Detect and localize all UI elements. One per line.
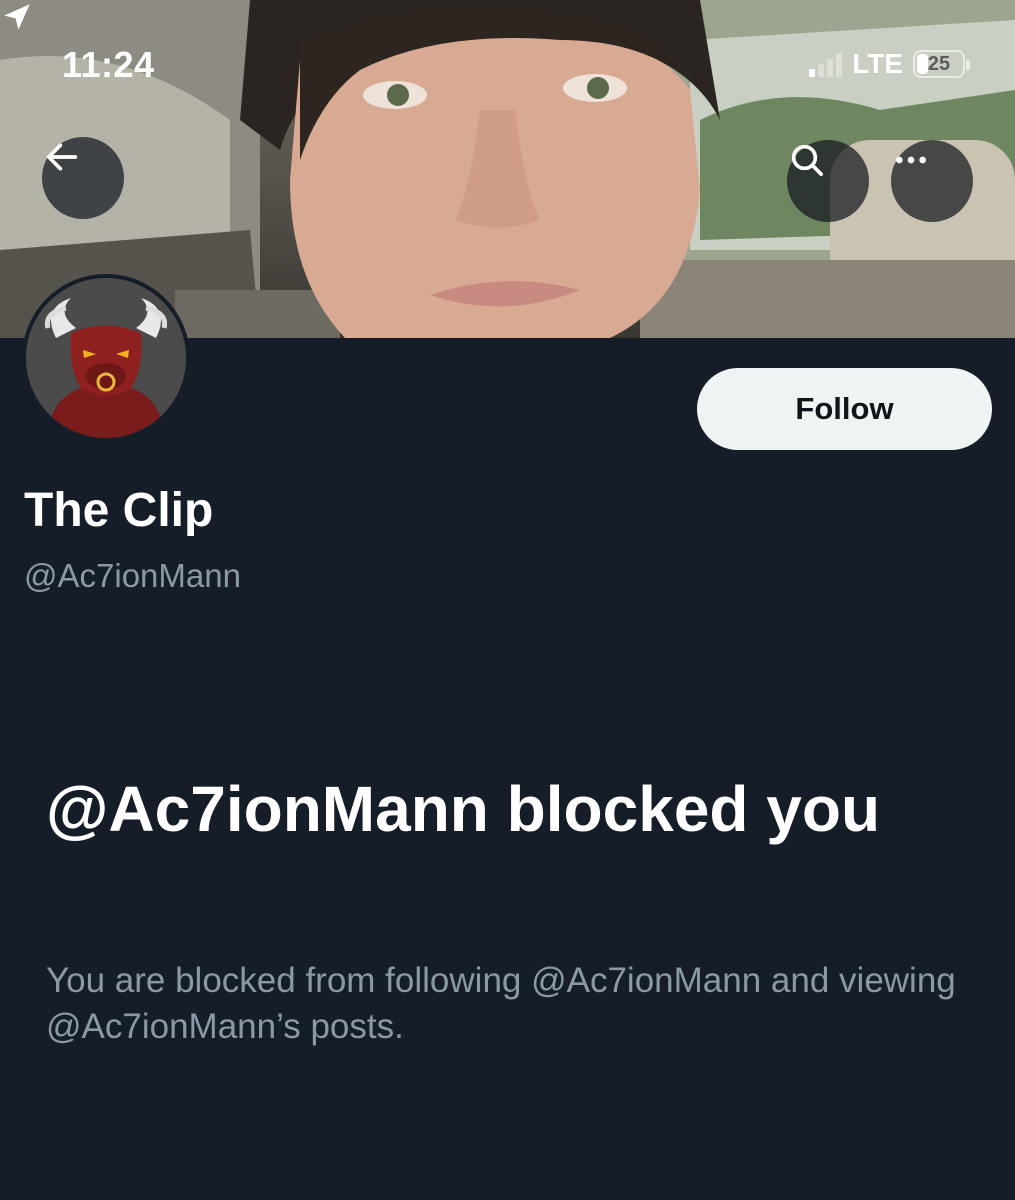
search-button[interactable] — [787, 140, 869, 222]
back-button[interactable] — [42, 137, 124, 219]
search-icon — [791, 144, 823, 177]
status-time: 11:24 — [62, 44, 155, 85]
status-indicators: LTE 25 — [809, 48, 970, 80]
blocked-title: @Ac7ionMann blocked you — [46, 773, 881, 845]
more-options-button[interactable] — [891, 140, 973, 222]
network-type: LTE — [852, 48, 903, 79]
battery-percent: 25 — [927, 52, 951, 75]
location-arrow-icon — [4, 4, 30, 30]
bull-avatar-icon — [26, 278, 186, 438]
more-horizontal-icon — [896, 156, 926, 164]
arrow-left-icon — [46, 143, 78, 171]
signal-strength-icon — [809, 51, 843, 77]
avatar[interactable] — [22, 274, 190, 442]
profile-display-name: The Clip — [24, 484, 214, 537]
follow-button[interactable]: Follow — [697, 368, 992, 450]
battery-level-fill — [917, 54, 928, 74]
battery-icon: 25 — [913, 50, 970, 78]
profile-handle: @Ac7ionMann — [24, 557, 241, 594]
blocked-description: You are blocked from following @Ac7ionMa… — [46, 961, 956, 1046]
profile-screen: 11:24 LTE 25 Follow The Clip @Ac7ionMann… — [0, 0, 1015, 1200]
